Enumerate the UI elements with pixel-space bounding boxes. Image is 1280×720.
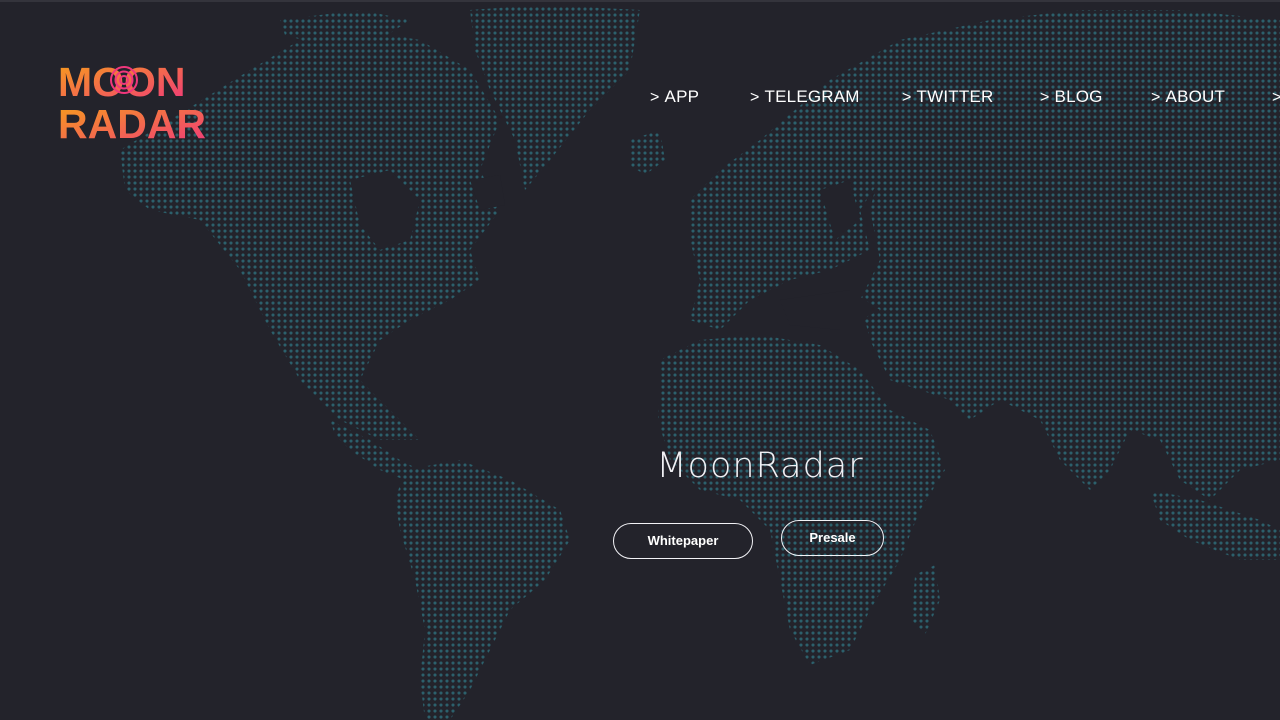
chevron-right-icon: > xyxy=(1040,89,1050,106)
chevron-right-icon: > xyxy=(1272,89,1280,106)
chevron-right-icon: > xyxy=(1151,89,1161,106)
nav-item-app[interactable]: > APP xyxy=(650,84,699,110)
nav-item-telegram[interactable]: > TELEGRAM xyxy=(750,84,860,110)
top-nav: > APP > TELEGRAM > TWITTER > BLOG > ABOUT > xyxy=(0,84,1280,110)
landing-page: MOON RADAR > APP > TELEGRAM > TWITTER > BLOG… xyxy=(0,0,1280,720)
nav-item-label: APP xyxy=(664,87,700,106)
nav-item-label: TWITTER xyxy=(916,87,994,106)
nav-item-label: TELEGRAM xyxy=(764,87,860,106)
whitepaper-button[interactable]: Whitepaper xyxy=(613,523,753,559)
chevron-right-icon: > xyxy=(902,89,912,106)
chevron-right-icon: > xyxy=(750,89,760,106)
nav-item-overflow[interactable]: > xyxy=(1272,84,1280,110)
hero-title: MoonRadar xyxy=(656,446,864,486)
chevron-right-icon: > xyxy=(650,89,660,106)
nav-item-about[interactable]: > ABOUT xyxy=(1151,84,1225,110)
nav-item-blog[interactable]: > BLOG xyxy=(1040,84,1103,110)
nav-item-label: ABOUT xyxy=(1165,87,1226,106)
nav-item-twitter[interactable]: > TWITTER xyxy=(902,84,993,110)
nav-item-label: BLOG xyxy=(1054,87,1103,106)
presale-button[interactable]: Presale xyxy=(781,520,884,556)
